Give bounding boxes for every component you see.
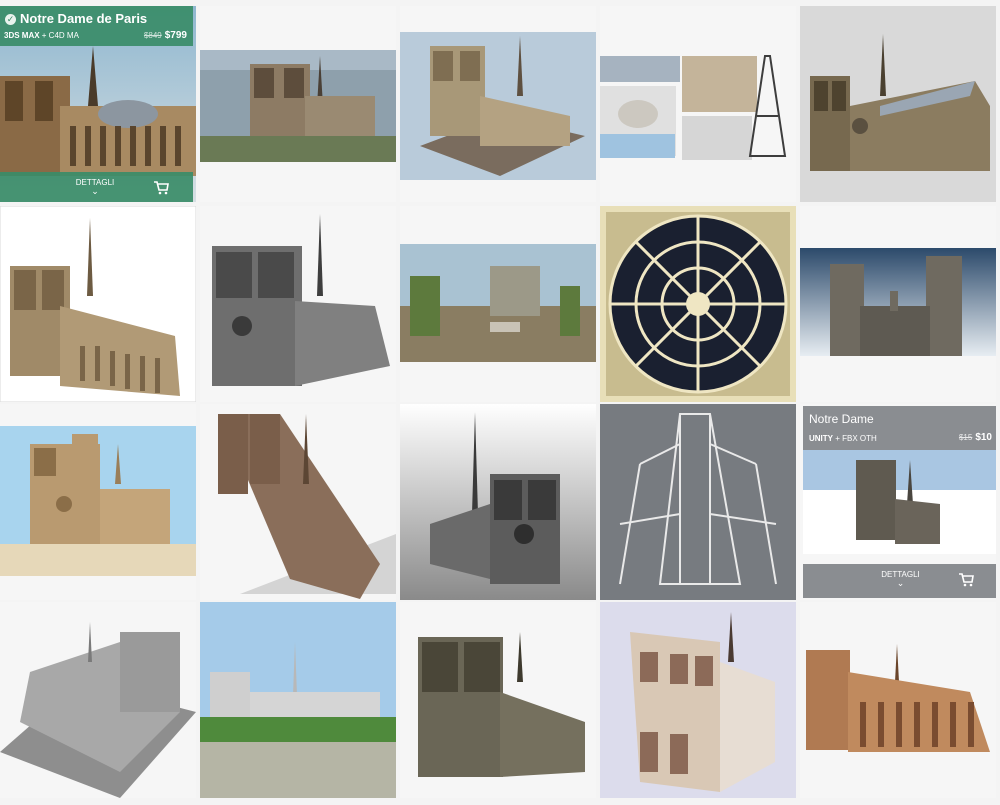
rose-window-thumbnail xyxy=(600,206,796,402)
product-tile[interactable] xyxy=(200,206,396,402)
product-tile[interactable] xyxy=(200,602,396,798)
landmarks-collection-thumbnail xyxy=(600,6,796,202)
cathedral-thumbnail xyxy=(200,206,396,402)
product-tile[interactable] xyxy=(600,404,796,600)
cathedral-thumbnail xyxy=(400,404,596,600)
product-title[interactable]: Notre Dame xyxy=(809,412,874,426)
product-tile[interactable] xyxy=(400,6,596,202)
current-price: $10 xyxy=(975,432,992,443)
product-tile[interactable] xyxy=(400,206,596,402)
format-secondary: + FBX OTH xyxy=(833,434,877,443)
format-secondary: + C4D MA xyxy=(39,31,79,40)
cathedral-thumbnail xyxy=(200,404,396,600)
cathedral-thumbnail xyxy=(800,206,996,402)
product-tile[interactable] xyxy=(200,404,396,600)
product-tile[interactable] xyxy=(0,404,196,600)
product-tile[interactable] xyxy=(800,602,996,798)
product-tile[interactable] xyxy=(800,206,996,402)
cathedral-thumbnail xyxy=(200,602,396,798)
card-header: ✓ Notre Dame de Paris 3DS MAX + C4D MA $… xyxy=(0,6,193,46)
current-price: $799 xyxy=(164,30,187,41)
product-tile-hovered[interactable]: ✓ Notre Dame de Paris 3DS MAX + C4D MA $… xyxy=(0,6,196,202)
product-tile[interactable] xyxy=(0,206,196,402)
check-icon: ✓ xyxy=(5,14,16,25)
product-tile[interactable] xyxy=(600,602,796,798)
card-footer: DETTAGLI ⌄ xyxy=(803,564,996,598)
cart-icon[interactable] xyxy=(153,181,169,195)
cathedral-thumbnail xyxy=(800,602,996,798)
product-tile[interactable] xyxy=(600,206,796,402)
cathedral-thumbnail xyxy=(0,206,196,402)
product-tile[interactable] xyxy=(400,404,596,600)
product-tile[interactable] xyxy=(600,6,796,202)
product-formats: UNITY + FBX OTH xyxy=(809,434,877,443)
card-footer: DETTAGLI ⌄ xyxy=(0,172,193,202)
structure-thumbnail xyxy=(600,404,796,600)
cathedral-thumbnail xyxy=(800,6,996,202)
cathedral-thumbnail xyxy=(0,602,196,798)
product-tile[interactable] xyxy=(0,602,196,798)
cart-icon[interactable] xyxy=(958,573,974,587)
cathedral-thumbnail xyxy=(400,6,596,202)
product-price: $15 $10 xyxy=(959,432,992,443)
format-primary: UNITY xyxy=(809,434,833,443)
cathedral-thumbnail xyxy=(200,6,396,202)
product-price: $849 $799 xyxy=(144,30,187,41)
cathedral-thumbnail xyxy=(0,404,196,600)
product-grid: ✓ Notre Dame de Paris 3DS MAX + C4D MA $… xyxy=(0,0,1000,805)
format-primary: 3DS MAX xyxy=(4,31,40,40)
ruined-scene-thumbnail xyxy=(400,206,596,402)
product-title[interactable]: Notre Dame de Paris xyxy=(20,11,147,26)
cathedral-thumbnail xyxy=(600,602,796,798)
product-tile[interactable] xyxy=(200,6,396,202)
old-price: $849 xyxy=(143,31,162,40)
product-tile[interactable] xyxy=(400,602,596,798)
card-header: Notre Dame UNITY + FBX OTH $15 $10 xyxy=(803,406,996,450)
old-price: $15 xyxy=(958,433,973,442)
product-tile-hovered[interactable]: Notre Dame UNITY + FBX OTH $15 $10 DETTAG… xyxy=(800,404,996,600)
product-tile[interactable] xyxy=(800,6,996,202)
cathedral-thumbnail xyxy=(400,602,596,798)
product-formats: 3DS MAX + C4D MA xyxy=(4,31,79,40)
